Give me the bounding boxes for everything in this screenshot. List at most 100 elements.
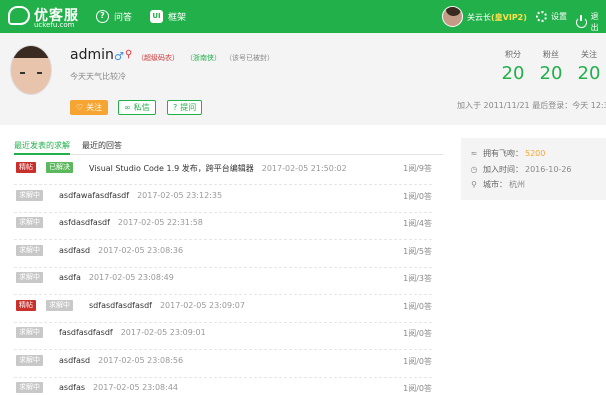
- chat-bubble-icon: [8, 6, 30, 25]
- question-title-text[interactable]: asfdasdfasdf: [59, 218, 110, 227]
- status-badge: 求解中: [16, 244, 43, 256]
- settings-link[interactable]: 设置: [536, 11, 567, 22]
- tab-recent-answers[interactable]: 最近的回答: [82, 140, 122, 155]
- follow-label: 关注: [86, 103, 103, 112]
- question-title[interactable]: asdfasd 2017-02-05 23:08:36: [59, 246, 183, 255]
- message-label: 私信: [133, 103, 150, 112]
- question-row[interactable]: 求解中 fasdfasdfasdf 2017-02-05 23:09:01 1阅/0答: [14, 323, 432, 350]
- question-title-text[interactable]: asdfasd: [59, 246, 90, 255]
- ui-icon: UI: [150, 10, 163, 23]
- wifi-icon: ≈: [470, 149, 478, 158]
- question-title[interactable]: asdfa 2017-02-05 23:08:49: [59, 273, 174, 282]
- profile-avatar: [10, 45, 52, 95]
- question-row[interactable]: 求解中 asdfasd 2017-02-05 23:08:36 1阅/5答: [14, 241, 432, 268]
- top-navbar: 优客服 uckefu.com ? 问答 UI 框架 关云长(皇VIP2) 设置 …: [0, 0, 606, 33]
- coins-line: ≈ 拥有飞吻： 5200: [470, 148, 546, 159]
- question-title-text[interactable]: Visual Studio Code 1.9 发布，跨平台编辑器: [89, 164, 254, 173]
- question-title-text[interactable]: fasdfasdfasdf: [59, 328, 113, 337]
- status-badge: 求解中: [16, 189, 43, 201]
- question-icon: ?: [96, 10, 109, 23]
- question-time: 2017-02-05 23:08:56: [98, 355, 184, 365]
- tab-recent-questions[interactable]: 最近发表的求解: [14, 140, 70, 155]
- ask-button[interactable]: ? 提问: [167, 100, 203, 115]
- question-time: 2017-02-05 23:08:36: [98, 245, 184, 255]
- gear-icon: [536, 11, 547, 22]
- question-stats: 1阅/0答: [403, 384, 432, 393]
- question-time: 2017-02-05 23:09:01: [120, 328, 206, 337]
- question-row[interactable]: 求解中 asdfa 2017-02-05 23:08:49 1阅/3答: [14, 268, 432, 295]
- logout-label: 退出: [590, 12, 599, 32]
- question-row[interactable]: 求解中 asdfawafasdfasdf 2017-02-05 23:12:35 1阅…: [14, 186, 432, 213]
- joined-label: 加入时间：: [483, 165, 523, 174]
- question-time: 2017-02-05 21:50:02: [261, 164, 347, 173]
- role-tag: （超级码农）: [137, 54, 179, 62]
- profile-header: admin ♂ ⚲ （超级码农） （浙南侠） （该号已被封） 今天天气比较冷 ♡…: [0, 33, 606, 125]
- question-stats: 1阅/5答: [403, 246, 432, 256]
- stat-points-label: 积分: [505, 50, 521, 59]
- site-logo[interactable]: 优客服 uckefu.com: [8, 5, 88, 29]
- status-badge: 已解决: [46, 162, 73, 173]
- coins-label: 拥有飞吻：: [483, 149, 523, 158]
- question-stats: 1阅/0答: [403, 356, 432, 366]
- question-row[interactable]: 求解中 asdfas 2017-02-05 23:08:44 1阅/0答: [14, 378, 432, 395]
- nav-framework[interactable]: UI 框架: [150, 10, 186, 23]
- question-title[interactable]: asdfas 2017-02-05 23:08:44: [59, 383, 178, 392]
- question-row[interactable]: 求解中 asfdasdfasdf 2017-02-05 22:31:58 1阅/4答: [14, 213, 432, 240]
- link-icon: ∞: [124, 103, 131, 112]
- question-stats: 1阅/4答: [403, 219, 432, 228]
- question-title-text[interactable]: asdfas: [59, 383, 85, 392]
- question-stats: 1阅/9答: [403, 164, 432, 173]
- city-tag: （浙南侠）: [186, 54, 221, 62]
- question-title[interactable]: Visual Studio Code 1.9 发布，跨平台编辑器 2017-02-…: [89, 163, 347, 174]
- question-time: 2017-02-05 23:12:35: [137, 190, 223, 200]
- question-title[interactable]: asfdasdfasdf 2017-02-05 22:31:58: [59, 218, 203, 227]
- stat-following-label: 关注: [581, 50, 597, 59]
- stat-fans-value[interactable]: 20: [536, 63, 566, 84]
- status-badge: 求解中: [16, 382, 43, 393]
- question-row[interactable]: 精帖 已解决 Visual Studio Code 1.9 发布，跨平台编辑器 201…: [14, 158, 432, 185]
- question-title-text[interactable]: asdfawafasdfasdf: [59, 191, 129, 200]
- question-title[interactable]: fasdfasdfasdf 2017-02-05 23:09:01: [59, 328, 206, 337]
- question-title[interactable]: sdfasdfasdfasdf 2017-02-05 23:09:07: [89, 301, 245, 310]
- stat-fans-label: 粉丝: [543, 50, 559, 59]
- male-icon: ♂: [114, 50, 124, 63]
- city-line: ⚲ 城市： 杭州: [470, 179, 525, 190]
- status-badge: 求解中: [16, 327, 43, 338]
- nav-framework-label: 框架: [168, 13, 187, 23]
- top-user-name: 关云长: [467, 13, 491, 22]
- question-title[interactable]: asdfasd 2017-02-05 23:08:56: [59, 356, 183, 365]
- profile-motto: 今天天气比较冷: [70, 72, 126, 81]
- follow-button[interactable]: ♡ 关注: [70, 100, 109, 115]
- logo-domain: uckefu.com: [34, 21, 75, 29]
- question-row[interactable]: 精帖 求解中 sdfasdfasdfasdf 2017-02-05 23:09:07 1…: [14, 296, 432, 323]
- city-label: 城市：: [483, 180, 507, 189]
- message-button[interactable]: ∞ 私信: [118, 100, 156, 115]
- logout-link[interactable]: 退出: [576, 11, 606, 33]
- question-stats: 1阅/0答: [403, 191, 432, 201]
- status-tag: （该号已被封）: [225, 54, 274, 62]
- profile-username: admin: [70, 47, 114, 63]
- joined-line: ◷ 加入时间： 2016-10-26: [470, 164, 572, 175]
- nav-questions[interactable]: ? 问答: [96, 10, 132, 23]
- stat-following-value[interactable]: 20: [574, 63, 604, 84]
- question-title-text[interactable]: asdfa: [59, 273, 81, 282]
- status-badge: 求解中: [16, 272, 43, 283]
- question-time: 2017-02-05 23:08:44: [93, 383, 179, 392]
- status-badge: 求解中: [16, 354, 43, 366]
- top-user-avatar[interactable]: [442, 6, 463, 27]
- question-time: 2017-02-05 22:31:58: [117, 218, 203, 227]
- clock-icon: ◷: [470, 165, 478, 174]
- location-icon: ⚲: [471, 180, 477, 189]
- status-badge: 求解中: [16, 217, 43, 228]
- question-time: 2017-02-05 23:09:07: [159, 300, 245, 310]
- question-title[interactable]: asdfawafasdfasdf 2017-02-05 23:12:35: [59, 191, 222, 200]
- question-title-text[interactable]: asdfasd: [59, 356, 90, 365]
- joined-value: 2016-10-26: [525, 165, 572, 174]
- question-mark-icon: ?: [173, 103, 178, 112]
- question-stats: 1阅/0答: [403, 329, 432, 338]
- question-title-text[interactable]: sdfasdfasdfasdf: [89, 301, 152, 310]
- question-row[interactable]: 求解中 asdfasd 2017-02-05 23:08:56 1阅/0答: [14, 351, 432, 378]
- status-badge: 求解中: [46, 299, 73, 311]
- top-user[interactable]: 关云长(皇VIP2): [467, 12, 527, 23]
- user-info-panel: ≈ 拥有飞吻： 5200 ◷ 加入时间： 2016-10-26 ⚲ 城市： 杭州: [461, 138, 606, 200]
